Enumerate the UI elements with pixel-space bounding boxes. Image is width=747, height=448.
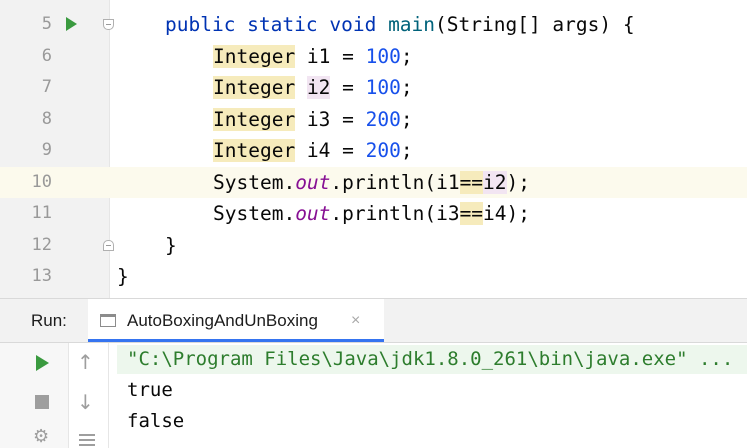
run-config-tab[interactable]: AutoBoxingAndUnBoxing × — [88, 299, 384, 342]
console-command-text: "C:\Program Files\Java\jdk1.8.0_261\bin\… — [127, 348, 734, 370]
code-line-5[interactable]: 5 public static void main(String[] args)… — [0, 9, 747, 40]
line-number: 12 — [31, 235, 52, 255]
active-tab-indicator — [88, 339, 384, 342]
line-number: 10 — [31, 172, 52, 192]
line-number: 9 — [41, 140, 52, 160]
line-number: 5 — [41, 14, 52, 34]
toolbar-divider — [68, 343, 69, 448]
stop-icon[interactable] — [35, 395, 49, 409]
code-text: } — [117, 265, 129, 288]
fold-toggle-icon[interactable] — [103, 19, 114, 30]
code-line-7[interactable]: 7 Integer i2 = 100; — [0, 72, 747, 103]
code-line-10-current[interactable]: 10 System.out.println(i1==i2); — [0, 167, 747, 198]
code-text: System.out.println(i1==i2); — [213, 171, 531, 194]
code-text: Integer i1 = 100; — [213, 45, 413, 68]
console-window-icon — [100, 314, 116, 327]
tab-title: AutoBoxingAndUnBoxing — [127, 311, 318, 330]
console-output-line: false — [127, 410, 185, 432]
close-icon[interactable]: × — [351, 312, 360, 330]
run-header: Run: AutoBoxingAndUnBoxing × — [0, 298, 747, 343]
run-tool-window: Run: AutoBoxingAndUnBoxing × ⚙ ↑ ↓ "C:\P… — [0, 298, 747, 448]
console-output-line: true — [127, 379, 173, 401]
code-text: Integer i3 = 200; — [213, 108, 413, 131]
code-text: Integer i4 = 200; — [213, 139, 413, 162]
soft-wrap-icon[interactable] — [79, 434, 95, 436]
line-number: 6 — [41, 46, 52, 66]
code-editor[interactable]: 5 public static void main(String[] args)… — [0, 0, 747, 298]
code-line-11[interactable]: 11 System.out.println(i3==i4); — [0, 198, 747, 229]
code-text: public static void main(String[] args) { — [165, 13, 635, 36]
code-text: Integer i2 = 100; — [213, 76, 413, 99]
line-number: 13 — [31, 266, 52, 286]
code-line-9[interactable]: 9 Integer i4 = 200; — [0, 135, 747, 166]
line-number: 7 — [41, 77, 52, 97]
line-number: 11 — [31, 203, 52, 223]
arrow-up-icon[interactable]: ↑ — [77, 350, 94, 374]
settings-icon[interactable]: ⚙ — [33, 428, 51, 446]
code-line-12[interactable]: 12 } — [0, 230, 747, 261]
code-text: System.out.println(i3==i4); — [213, 202, 531, 225]
fold-toggle-icon[interactable] — [103, 240, 114, 251]
line-number: 8 — [41, 109, 52, 129]
rerun-icon[interactable] — [36, 355, 49, 371]
code-line-6[interactable]: 6 Integer i1 = 100; — [0, 41, 747, 72]
code-text: } — [165, 234, 177, 257]
code-line-13[interactable]: 13 } — [0, 261, 747, 292]
run-arrow-icon[interactable] — [66, 17, 77, 31]
toolbar-divider — [108, 343, 109, 448]
code-line-8[interactable]: 8 Integer i3 = 200; — [0, 104, 747, 135]
run-label: Run: — [31, 311, 67, 330]
arrow-down-icon[interactable]: ↓ — [77, 390, 94, 414]
console-output[interactable]: "C:\Program Files\Java\jdk1.8.0_261\bin\… — [117, 343, 747, 448]
